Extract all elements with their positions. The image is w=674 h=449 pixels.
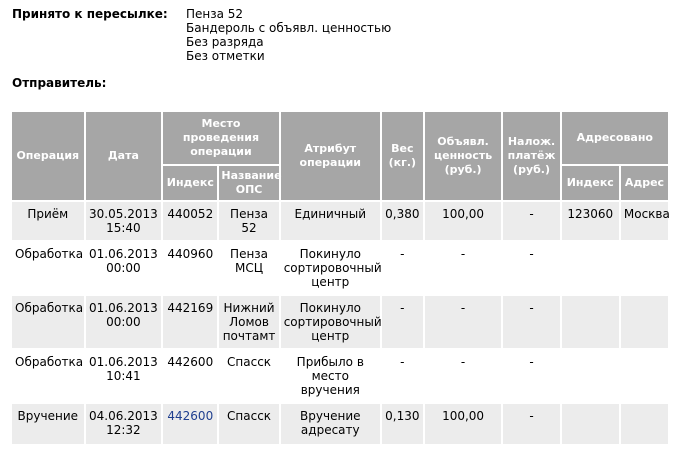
header-date: Дата <box>85 112 162 200</box>
cell-operation: Обработка <box>12 350 84 402</box>
cell-index: 440960 <box>163 242 218 294</box>
cell-attribute: Вручение адресату <box>280 404 380 444</box>
cell-addr-index <box>561 350 619 402</box>
cell-cod: - <box>503 202 560 240</box>
accepted-mark: Без отметки <box>186 49 265 63</box>
cell-operation: Вручение <box>12 404 84 444</box>
accepted-rank: Без разряда <box>186 35 264 49</box>
cell-ops-name: Пенза 52 <box>219 202 279 240</box>
cell-date: 01.06.2013 00:00 <box>85 296 162 348</box>
header-addr-index: Индекс <box>561 166 619 200</box>
header-operation: Операция <box>12 112 84 200</box>
cell-declared-value: - <box>424 242 502 294</box>
cell-cod: - <box>503 404 560 444</box>
cell-operation: Приём <box>12 202 84 240</box>
cell-addr-address <box>620 350 668 402</box>
cell-cod: - <box>503 350 560 402</box>
cell-attribute: Покинуло сортировочный центр <box>280 242 382 294</box>
header-cod: Налож. платёж (руб.) <box>503 112 560 200</box>
cell-addr-address: Москва <box>620 202 670 240</box>
cell-addr-index <box>561 296 619 348</box>
cell-weight: - <box>381 296 423 348</box>
accepted-type: Бандероль с объявл. ценностью <box>186 21 392 35</box>
cell-index: 442600 <box>163 404 218 444</box>
header-place: Место проведения операции <box>163 112 279 164</box>
cell-date: 04.06.2013 12:32 <box>85 404 162 444</box>
accepted-details: Пенза 52 Бандероль с объявл. ценностью Б… <box>186 7 391 63</box>
table-row: Приём 30.05.2013 15:40 440052 Пенза 52 Ед… <box>12 202 670 240</box>
cell-attribute: Покинуло сортировочный центр <box>280 296 382 348</box>
cell-addr-index: 123060 <box>561 202 619 240</box>
cell-date: 01.06.2013 10:41 <box>85 350 162 402</box>
cell-cod: - <box>503 296 560 348</box>
header-addressed: Адресовано <box>561 112 668 164</box>
cell-ops-name: Спасск <box>219 404 279 444</box>
cell-weight: - <box>381 350 423 402</box>
cell-weight: 0,130 <box>381 404 423 444</box>
cell-declared-value: 100,00 <box>424 202 502 240</box>
cell-weight: - <box>381 242 423 294</box>
cell-declared-value: - <box>424 296 502 348</box>
cell-date: 01.06.2013 00:00 <box>85 242 162 294</box>
cell-cod: - <box>503 242 560 294</box>
cell-declared-value: 100,00 <box>424 404 502 444</box>
accepted-office: Пенза 52 <box>186 7 244 21</box>
cell-addr-index <box>561 242 619 294</box>
index-link[interactable]: 442600 <box>167 409 213 423</box>
header-index: Индекс <box>163 166 218 200</box>
cell-addr-address <box>620 242 668 294</box>
cell-ops-name: Спасск <box>219 350 279 402</box>
cell-weight: 0,380 <box>381 202 423 240</box>
table-row: Вручение 04.06.2013 12:32 442600 Спасск В… <box>12 404 668 444</box>
cell-operation: Обработка <box>12 242 84 294</box>
cell-addr-address <box>620 404 668 444</box>
sender-label: Отправитель: <box>12 76 107 90</box>
header-addr-address: Адрес <box>620 166 668 200</box>
cell-date: 30.05.2013 15:40 <box>85 202 162 240</box>
table-row: Обработка 01.06.2013 00:00 440960 Пенза М… <box>12 242 668 294</box>
header-declared-value: Объявл. ценность (руб.) <box>424 112 502 200</box>
cell-addr-address <box>620 296 668 348</box>
accepted-label: Принято к пересылке: <box>12 7 168 21</box>
header-ops-name: Название ОПС <box>219 166 282 200</box>
cell-index: 442600 <box>163 350 218 402</box>
cell-attribute: Прибыло в место вручения <box>280 350 380 402</box>
header-attribute: Атрибут операции <box>280 112 380 200</box>
cell-ops-name: Нижний Ломов почтамт <box>219 296 279 348</box>
cell-addr-index <box>561 404 619 444</box>
cell-ops-name: Пенза МСЦ <box>219 242 279 294</box>
table-row: Обработка 01.06.2013 10:41 442600 Спасск … <box>12 350 668 402</box>
tracking-table: Операция Дата Место проведения операции … <box>10 110 670 446</box>
cell-operation: Обработка <box>12 296 84 348</box>
cell-index: 442169 <box>163 296 218 348</box>
header-weight: Вес (кг.) <box>381 112 423 200</box>
cell-index: 440052 <box>163 202 218 240</box>
cell-declared-value: - <box>424 350 502 402</box>
table-row: Обработка 01.06.2013 00:00 442169 Нижний … <box>12 296 668 348</box>
cell-attribute: Единичный <box>280 202 380 240</box>
